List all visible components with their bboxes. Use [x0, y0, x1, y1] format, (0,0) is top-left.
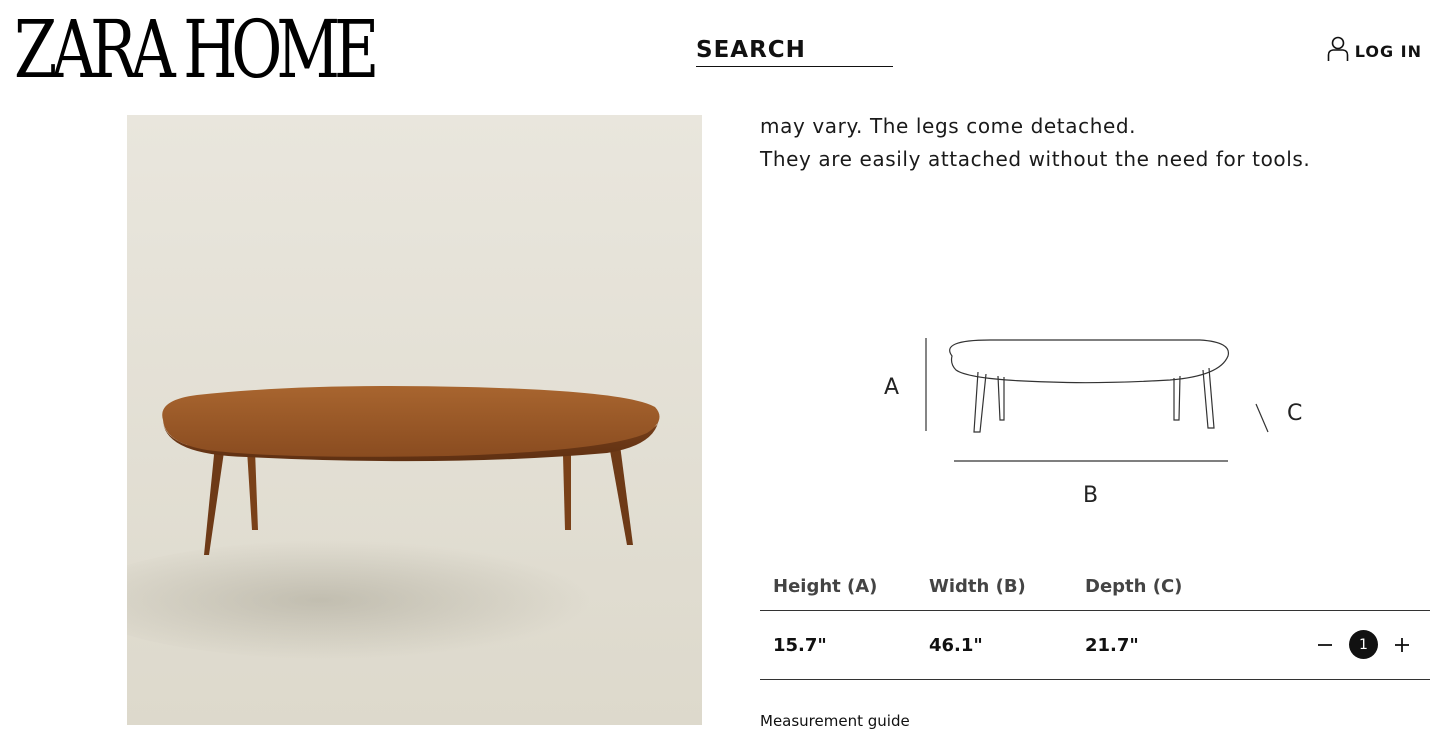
diagram-label-a: A	[884, 375, 899, 400]
diagram-label-c: C	[1287, 401, 1302, 426]
product-description: may vary. The legs come detached. They a…	[760, 110, 1400, 176]
value-depth: 21.7"	[1085, 634, 1139, 656]
plus-icon[interactable]	[1392, 635, 1412, 655]
product-image	[127, 115, 702, 725]
login-button[interactable]: LOG IN	[1327, 36, 1422, 66]
dimensions-header: Height (A) Width (B) Depth (C)	[760, 562, 1430, 611]
diagram-label-b: B	[1083, 483, 1098, 508]
value-width: 46.1"	[929, 634, 983, 656]
quantity-stepper[interactable]: 1	[1315, 630, 1412, 659]
header-width: Width (B)	[929, 575, 1026, 597]
description-line: may vary. The legs come detached.	[760, 114, 1137, 138]
header-height: Height (A)	[773, 575, 878, 597]
user-icon	[1327, 36, 1349, 66]
search-field[interactable]: SEARCH	[696, 34, 893, 67]
search-label: SEARCH	[696, 37, 806, 63]
dimensions-row: 15.7" 46.1" 21.7" 1	[760, 611, 1430, 680]
minus-icon[interactable]	[1315, 635, 1335, 655]
quantity-value: 1	[1349, 630, 1378, 659]
value-height: 15.7"	[773, 634, 827, 656]
measurement-guide-link[interactable]: Measurement guide	[760, 712, 910, 730]
login-label: LOG IN	[1354, 41, 1422, 61]
zara-home-logo[interactable]: ZARA HOME	[14, 10, 379, 90]
dimension-diagram: A B C	[870, 320, 1320, 520]
dimensions-table: Height (A) Width (B) Depth (C) 15.7" 46.…	[760, 562, 1430, 680]
description-line: They are easily attached without the nee…	[760, 147, 1311, 171]
header-depth: Depth (C)	[1085, 575, 1183, 597]
